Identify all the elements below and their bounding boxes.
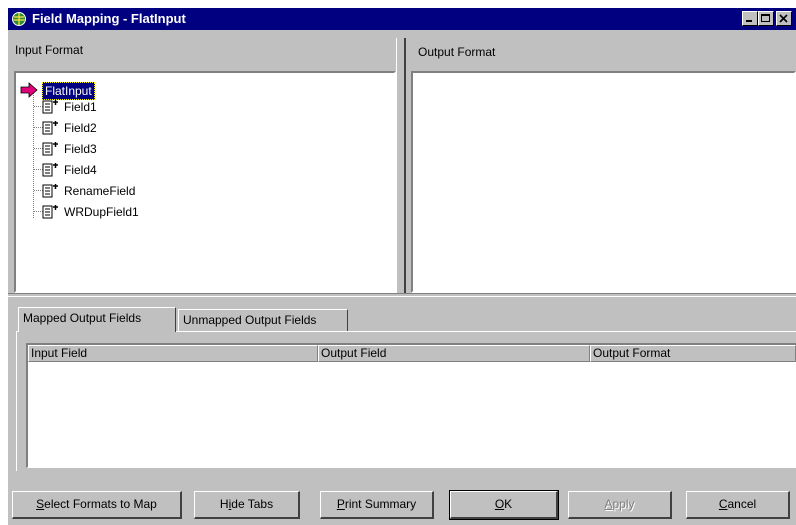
tree-item-label: Field1: [64, 100, 97, 114]
column-header-input-field[interactable]: Input Field: [28, 345, 318, 362]
select-formats-to-map-button[interactable]: Select Formats to Map: [12, 491, 182, 519]
arrow-right-icon: [20, 82, 38, 98]
tree-item-field4[interactable]: Field4: [42, 162, 242, 180]
field-icon: [42, 163, 58, 177]
cancel-button[interactable]: Cancel: [686, 491, 790, 519]
button-accel-key: A: [604, 497, 613, 511]
horizontal-divider: [8, 293, 796, 297]
button-text: ancel: [727, 497, 757, 511]
field-icon: [42, 100, 58, 114]
button-accel-key: P: [336, 497, 345, 511]
minimize-icon: [746, 20, 752, 22]
app-globe-icon: [12, 12, 26, 26]
title-bar[interactable]: Field Mapping - FlatInput: [8, 8, 796, 30]
button-accel-key: O: [494, 497, 505, 511]
column-header-output-field[interactable]: Output Field: [318, 345, 590, 362]
field-icon: [42, 205, 58, 219]
tree-item-label: Field3: [64, 142, 97, 156]
tree-item-renamefield[interactable]: RenameField: [42, 183, 242, 201]
maximize-button[interactable]: [758, 11, 774, 26]
input-format-tree[interactable]: FlatInput Field1 Field2 Field3 Field4 Re…: [14, 71, 396, 293]
tree-item-field3[interactable]: Field3: [42, 141, 242, 159]
tab-label: Mapped Output Fields: [23, 311, 142, 325]
button-text: de Tabs: [231, 497, 274, 511]
tree-root-label: FlatInput: [42, 82, 95, 100]
maximize-icon: [761, 14, 770, 22]
field-icon: [42, 184, 58, 198]
output-format-tree[interactable]: [411, 71, 796, 293]
button-text: H: [219, 497, 229, 511]
tab-unmapped-output-fields[interactable]: Unmapped Output Fields: [178, 309, 348, 331]
window-title: Field Mapping - FlatInput: [32, 11, 186, 26]
print-summary-button[interactable]: Print Summary: [320, 491, 434, 519]
apply-button[interactable]: Apply: [568, 491, 672, 519]
tree-item-field1[interactable]: Field1: [42, 99, 242, 117]
tree-item-label: WRDupField1: [64, 205, 139, 219]
button-text: elect Formats to Map: [44, 497, 157, 511]
tree-item-field2[interactable]: Field2: [42, 120, 242, 138]
tree-item-label: Field4: [64, 163, 97, 177]
button-text: K: [504, 497, 513, 511]
field-mapping-window: Field Mapping - FlatInput Input Format F…: [8, 8, 796, 525]
field-icon: [42, 142, 58, 156]
tab-mapped-output-fields[interactable]: Mapped Output Fields: [18, 307, 176, 332]
button-text: rint Summary: [344, 497, 417, 511]
minimize-button[interactable]: [742, 11, 758, 26]
tree-item-wrdupfield1[interactable]: WRDupField1: [42, 204, 242, 222]
button-accel-key: S: [36, 497, 45, 511]
button-text: pply: [612, 497, 635, 511]
vertical-splitter[interactable]: [396, 38, 406, 293]
hide-tabs-button[interactable]: Hide Tabs: [194, 491, 300, 519]
close-button[interactable]: [776, 11, 792, 26]
field-icon: [42, 121, 58, 135]
close-icon: [779, 14, 788, 23]
mapped-fields-list[interactable]: Input Field Output Field Output Format: [26, 343, 796, 468]
output-format-label: Output Format: [418, 45, 496, 59]
column-header-label: Output Field: [321, 346, 387, 360]
column-header-label: Output Format: [593, 346, 671, 360]
tab-label: Unmapped Output Fields: [183, 313, 317, 327]
tree-item-label: Field2: [64, 121, 97, 135]
column-header-label: Input Field: [31, 346, 88, 360]
column-header-output-format[interactable]: Output Format: [590, 345, 796, 362]
input-format-label: Input Format: [15, 43, 84, 57]
ok-button[interactable]: OK: [449, 490, 559, 520]
tree-item-label: RenameField: [64, 184, 136, 198]
tree-root-flatinput[interactable]: FlatInput: [20, 82, 220, 100]
